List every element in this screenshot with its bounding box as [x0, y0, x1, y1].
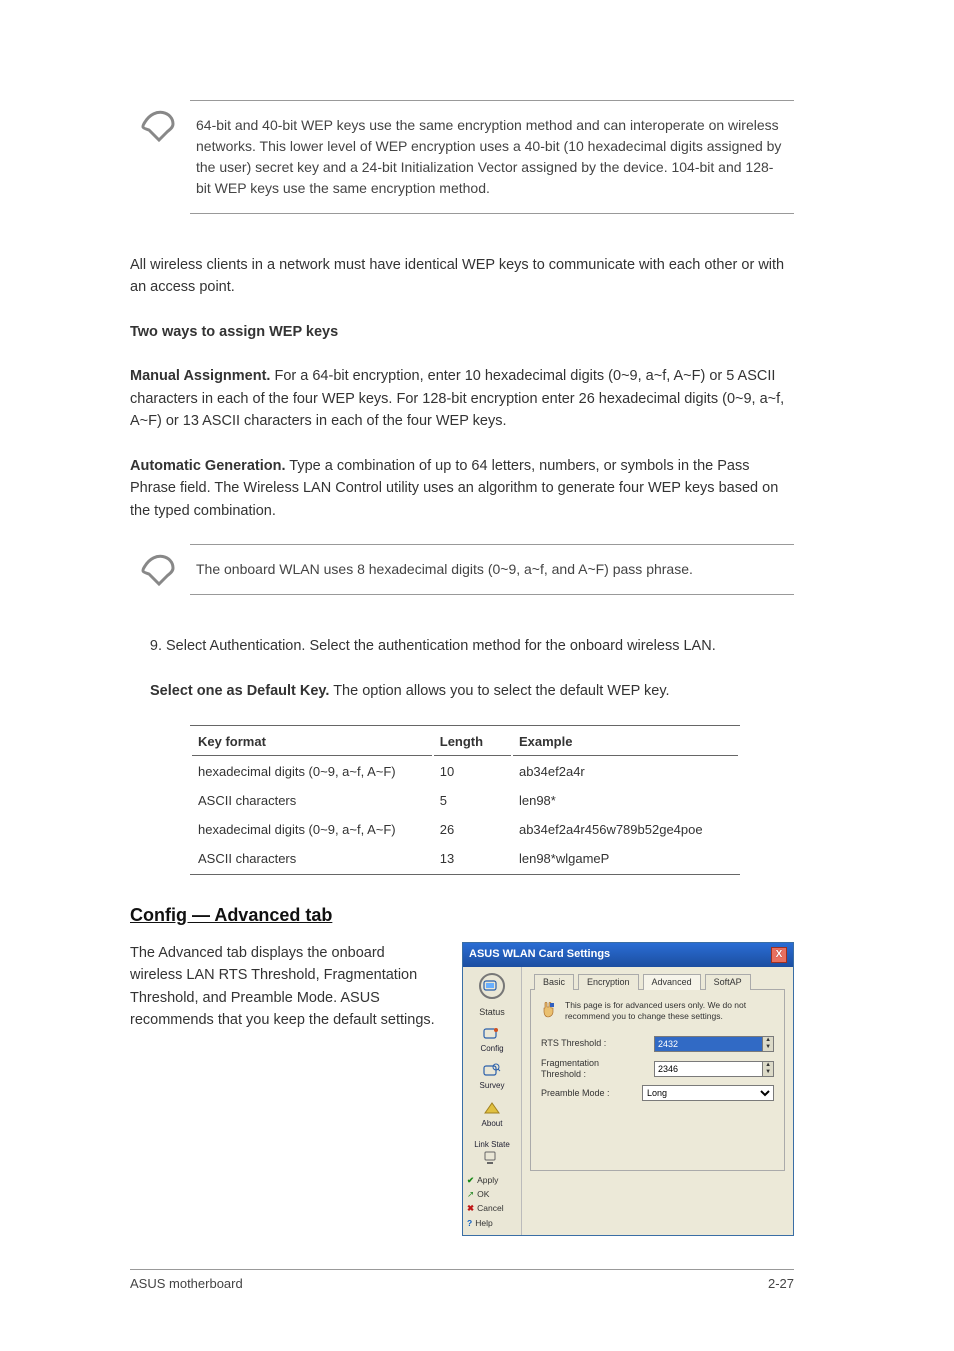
- step-9-text: Select Authentication. Select the authen…: [166, 638, 716, 654]
- tab-strip: Basic Encryption Advanced SoftAP: [530, 973, 785, 990]
- advanced-body: The Advanced tab displays the onboard wi…: [130, 945, 435, 1028]
- cancel-icon: ✖: [467, 1203, 474, 1213]
- sidebar-item-survey[interactable]: Survey: [478, 1061, 507, 1093]
- sidebar-label: Config: [480, 1044, 503, 1054]
- cell: 13: [434, 845, 511, 872]
- about-icon: [483, 1101, 501, 1117]
- key-format-table-wrap: Key format Length Example hexadecimal di…: [190, 725, 794, 875]
- spin-down-icon: ▼: [763, 1069, 773, 1076]
- linkstate-icon: [483, 1150, 501, 1166]
- cancel-button[interactable]: ✖ Cancel: [465, 1202, 506, 1214]
- note-text-1: 64-bit and 40-bit WEP keys use the same …: [190, 100, 794, 214]
- spin-down-icon: ▼: [763, 1044, 773, 1051]
- manual-assignment-label: Manual Assignment.: [130, 368, 270, 384]
- note-icon: [130, 100, 190, 148]
- frag-spinner[interactable]: ▲ ▼: [763, 1061, 774, 1077]
- table-row: hexadecimal digits (0~9, a~f, A~F) 26 ab…: [192, 816, 738, 843]
- exit-icon: ↗: [467, 1189, 474, 1199]
- preamble-mode-select[interactable]: Long: [642, 1085, 774, 1101]
- advanced-panel-note: This page is for advanced users only. We…: [565, 1000, 774, 1022]
- sidebar-item-config[interactable]: Config: [478, 1024, 505, 1056]
- rts-threshold-input[interactable]: [654, 1036, 763, 1052]
- rts-label: RTS Threshold :: [541, 1038, 641, 1049]
- ok-button[interactable]: ↗ OK: [465, 1188, 491, 1200]
- table-row: ASCII characters 13 len98*wlgameP: [192, 845, 738, 872]
- field-rts: RTS Threshold : ▲ ▼: [541, 1036, 774, 1052]
- window-title: ASUS WLAN Card Settings: [469, 948, 610, 961]
- cell: ab34ef2a4r456w789b52ge4poe: [513, 816, 738, 843]
- status-icon: [483, 978, 501, 994]
- help-label: Help: [475, 1218, 492, 1228]
- spin-up-icon: ▲: [763, 1062, 773, 1069]
- rts-spinner[interactable]: ▲ ▼: [763, 1036, 774, 1052]
- cell: len98*wlgameP: [513, 845, 738, 872]
- spin-up-icon: ▲: [763, 1037, 773, 1044]
- key-table-header: Example: [513, 728, 738, 756]
- key-table-header: Key format: [192, 728, 432, 756]
- cell: 5: [434, 787, 511, 814]
- footer-left: ASUS motherboard: [130, 1276, 243, 1291]
- sidebar-item-about[interactable]: About: [480, 1099, 505, 1131]
- default-key-text: The option allows you to select the defa…: [329, 683, 669, 699]
- step-9-item: Select Authentication. Select the authen…: [166, 635, 794, 658]
- apply-button[interactable]: ✔ Apply: [465, 1174, 500, 1186]
- frag-threshold-input[interactable]: [654, 1061, 763, 1077]
- field-preamble: Preamble Mode : Long: [541, 1085, 774, 1101]
- intro-paragraph: All wireless clients in a network must h…: [130, 254, 794, 299]
- cell: 10: [434, 758, 511, 785]
- cancel-label: Cancel: [477, 1203, 503, 1213]
- advanced-heading: Config — Advanced tab: [130, 905, 794, 926]
- sidebar-label: Status: [479, 1007, 505, 1018]
- sidebar-item-linkstate: Link State: [472, 1136, 512, 1168]
- help-button[interactable]: ? Help: [465, 1217, 495, 1229]
- cell: hexadecimal digits (0~9, a~f, A~F): [192, 816, 432, 843]
- sidebar-label: About: [482, 1119, 503, 1129]
- cell: ab34ef2a4r: [513, 758, 738, 785]
- config-icon: [483, 1026, 501, 1042]
- table-row: ASCII characters 5 len98*: [192, 787, 738, 814]
- cell: ASCII characters: [192, 845, 432, 872]
- survey-icon: [483, 1063, 501, 1079]
- cell: ASCII characters: [192, 787, 432, 814]
- settings-sidebar: Status Config: [463, 967, 522, 1235]
- hand-icon: [541, 1000, 557, 1021]
- tab-basic[interactable]: Basic: [534, 974, 574, 990]
- sidebar-label: Survey: [480, 1081, 505, 1091]
- tab-encryption[interactable]: Encryption: [578, 974, 639, 990]
- key-table-header: Length: [434, 728, 511, 756]
- wlan-settings-window: ASUS WLAN Card Settings X: [462, 942, 794, 1236]
- field-frag: Fragmentation Threshold : ▲ ▼: [541, 1058, 774, 1080]
- window-titlebar[interactable]: ASUS WLAN Card Settings X: [463, 943, 793, 967]
- note-text-2: The onboard WLAN uses 8 hexadecimal digi…: [190, 544, 794, 595]
- two-ways-heading: Two ways to assign WEP keys: [130, 324, 338, 340]
- note-block-1: 64-bit and 40-bit WEP keys use the same …: [130, 100, 794, 214]
- cell: 26: [434, 816, 511, 843]
- note-icon: [130, 544, 190, 592]
- close-button[interactable]: X: [771, 947, 787, 963]
- tab-advanced[interactable]: Advanced: [643, 974, 701, 990]
- cell: hexadecimal digits (0~9, a~f, A~F): [192, 758, 432, 785]
- preamble-label: Preamble Mode :: [541, 1088, 641, 1099]
- apply-label: Apply: [477, 1175, 498, 1185]
- note-block-2: The onboard WLAN uses 8 hexadecimal digi…: [130, 544, 794, 595]
- ok-label: OK: [477, 1189, 489, 1199]
- auto-generation-label: Automatic Generation.: [130, 458, 286, 474]
- footer-right: 2-27: [768, 1276, 794, 1291]
- default-key-label: Select one as Default Key.: [150, 683, 329, 699]
- frag-label: Fragmentation Threshold :: [541, 1058, 641, 1080]
- help-icon: ?: [467, 1218, 472, 1228]
- tab-softap[interactable]: SoftAP: [705, 974, 751, 990]
- advanced-tab-panel: This page is for advanced users only. We…: [530, 990, 785, 1171]
- table-row: hexadecimal digits (0~9, a~f, A~F) 10 ab…: [192, 758, 738, 785]
- sidebar-item-status-icon[interactable]: [479, 973, 505, 999]
- cell: len98*: [513, 787, 738, 814]
- key-format-table: Key format Length Example hexadecimal di…: [190, 725, 740, 875]
- check-icon: ✔: [467, 1175, 474, 1185]
